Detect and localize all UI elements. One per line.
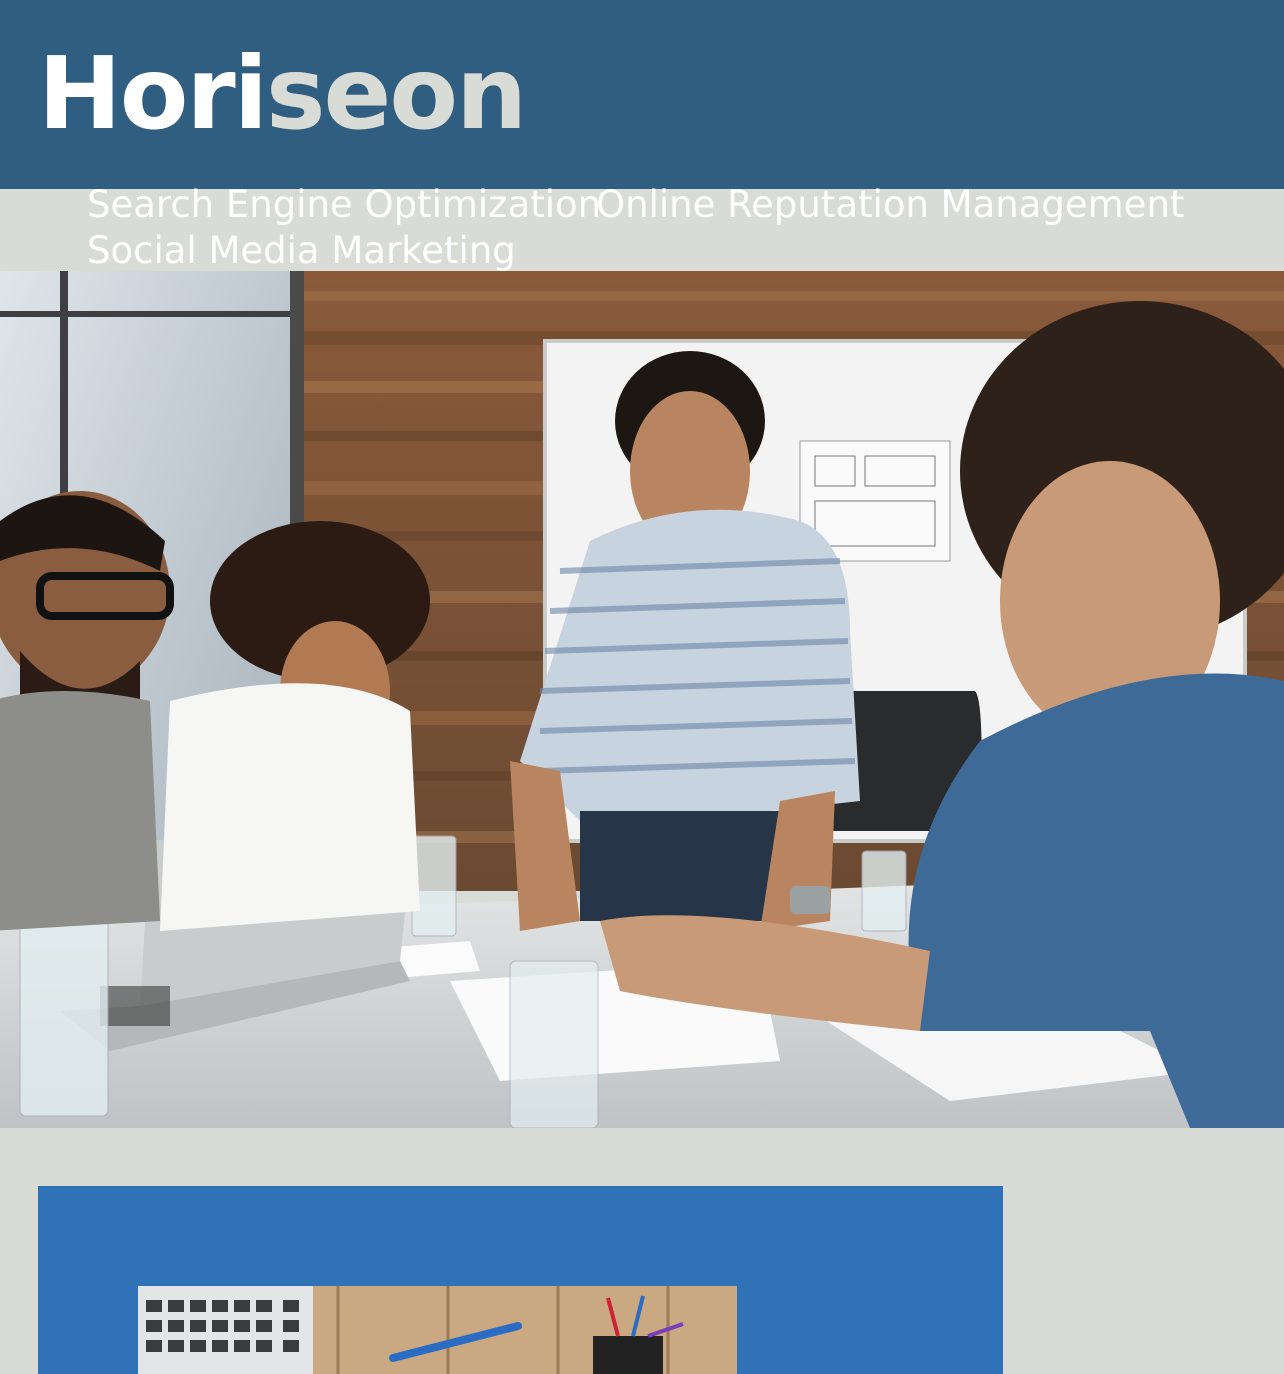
nav-link-reputation[interactable]: Online Reputation Management [596, 183, 1184, 227]
desk-workspace-image [138, 1286, 737, 1374]
nav-link-social-media[interactable]: Social Media Marketing [87, 229, 516, 273]
logo-secondary-text: seon [266, 35, 527, 152]
nav-link-seo[interactable]: Search Engine Optimization [87, 183, 601, 227]
hero-image [0, 271, 1284, 1128]
main-nav: Search Engine Optimization Online Reputa… [0, 183, 1284, 273]
logo-primary-text: Hori [38, 35, 268, 152]
site-logo[interactable]: Horiseon [38, 34, 527, 154]
content-section [0, 1128, 1284, 1374]
site-header: Horiseon [0, 0, 1284, 189]
feature-panel [38, 1186, 1003, 1374]
